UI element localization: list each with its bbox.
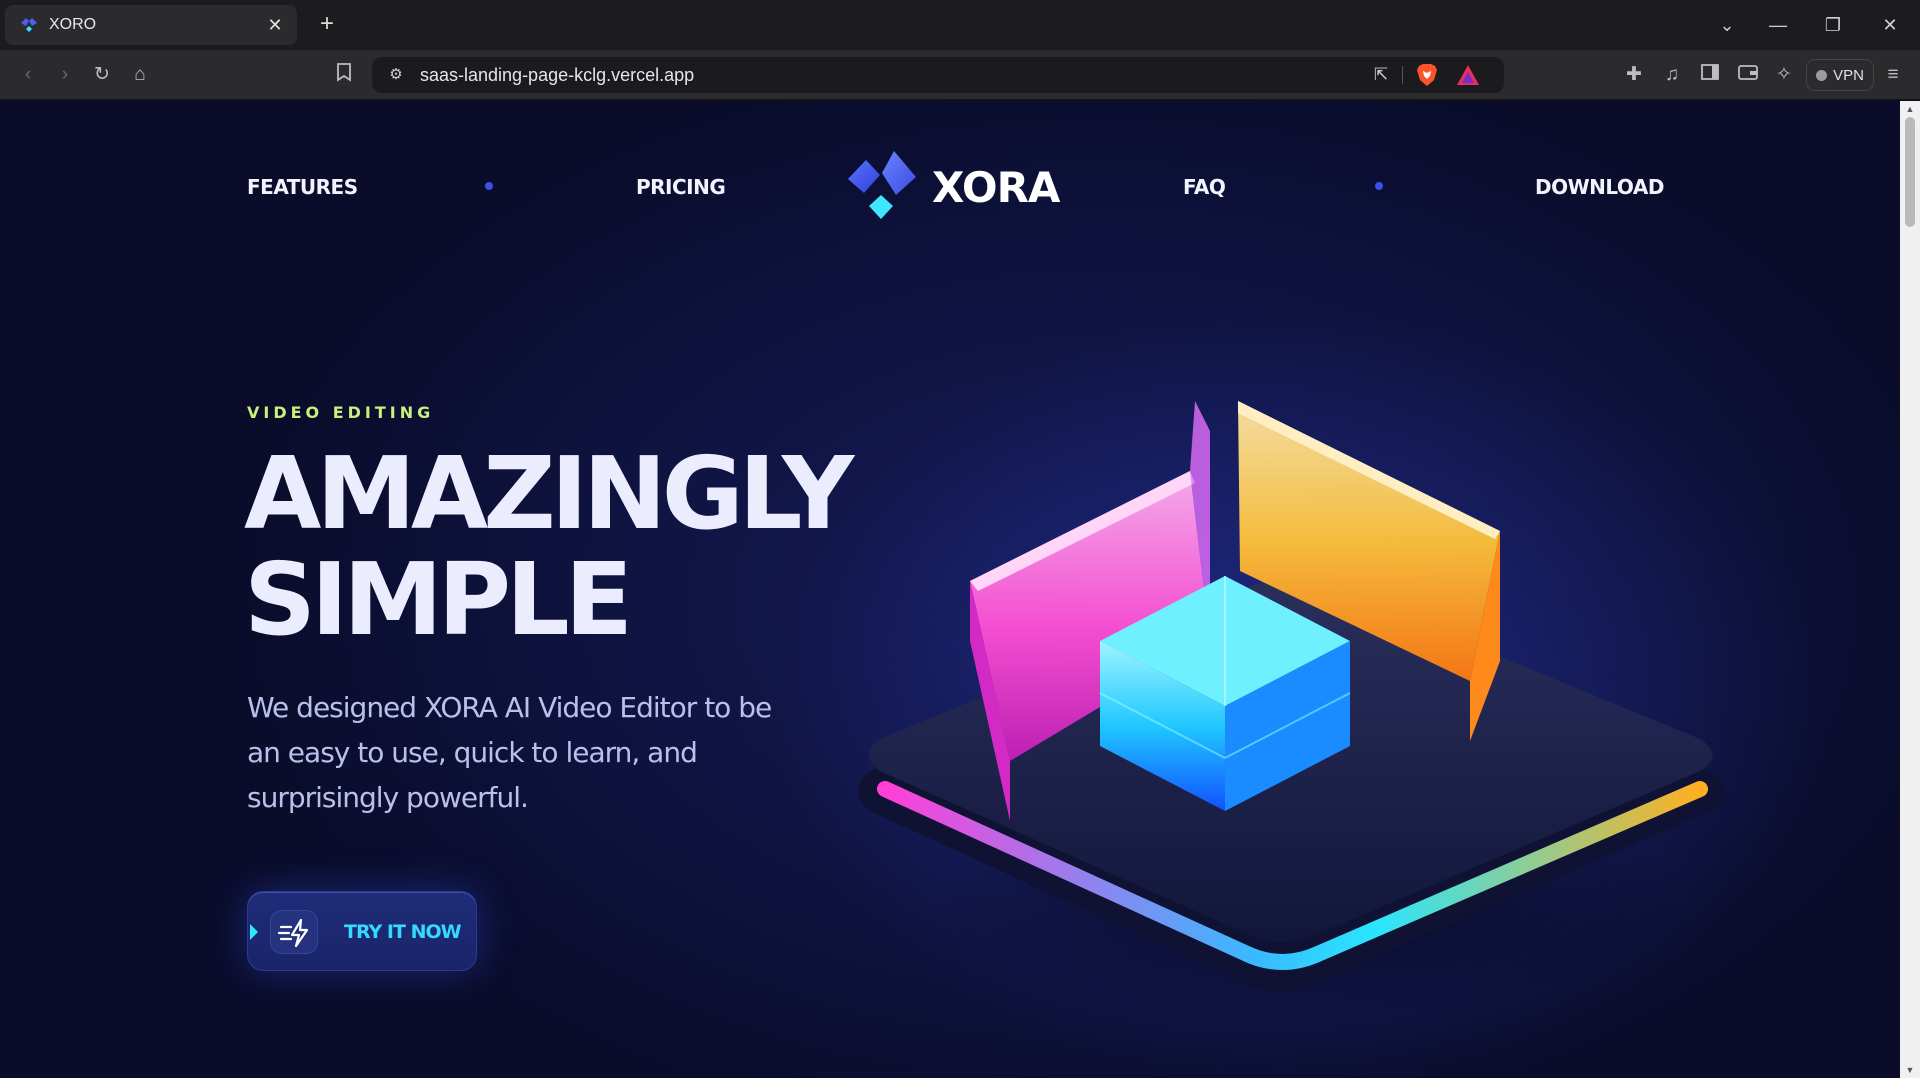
hero-eyebrow: VIDEO EDITING bbox=[247, 403, 435, 422]
nav-dot bbox=[1375, 182, 1383, 190]
cta-notch bbox=[250, 924, 258, 940]
hero-3d-illustration bbox=[857, 401, 1725, 1021]
minimize-icon[interactable]: — bbox=[1758, 10, 1798, 40]
description-line: an easy to use, quick to learn, and bbox=[247, 736, 698, 769]
description-line: surprisingly powerful. bbox=[247, 781, 529, 814]
xora-logo-icon bbox=[848, 151, 916, 219]
scroll-down-icon[interactable]: ▼ bbox=[1904, 1065, 1916, 1075]
forward-icon[interactable]: › bbox=[52, 62, 78, 88]
vpn-status-icon bbox=[1816, 69, 1828, 81]
scroll-up-icon[interactable]: ▲ bbox=[1904, 104, 1916, 114]
url-text[interactable]: saas-landing-page-kclg.vercel.app bbox=[420, 65, 694, 86]
scroll-thumb[interactable] bbox=[1905, 117, 1915, 227]
extensions-icon[interactable]: ✚ bbox=[1621, 62, 1647, 88]
brave-rewards-icon[interactable] bbox=[1456, 64, 1480, 86]
page-scrollbar[interactable]: ▲ ▼ bbox=[1900, 101, 1920, 1078]
hero-headline: AMAZINGLY SIMPLE bbox=[244, 435, 854, 658]
leo-ai-icon[interactable]: ✧ bbox=[1771, 62, 1797, 88]
bookmark-icon[interactable] bbox=[331, 62, 357, 88]
nav-dot bbox=[485, 182, 493, 190]
xora-favicon-icon bbox=[19, 15, 39, 35]
nav-features[interactable]: FEATURES bbox=[247, 175, 358, 199]
reload-icon[interactable]: ↻ bbox=[89, 62, 115, 88]
bolt-icon bbox=[270, 910, 318, 954]
description-line: We designed XORA AI Video Editor to be bbox=[247, 691, 772, 724]
hero-description: We designed XORA AI Video Editor to be a… bbox=[247, 685, 807, 820]
vpn-label: VPN bbox=[1833, 66, 1864, 84]
brave-shield-icon[interactable] bbox=[1416, 63, 1438, 87]
page-viewport: FEATURES PRICING XORA FAQ DOWNLOAD VIDEO… bbox=[0, 101, 1900, 1078]
nav-download[interactable]: DOWNLOAD bbox=[1535, 175, 1664, 199]
new-tab-button[interactable]: + bbox=[312, 10, 342, 40]
omnibox-divider bbox=[1402, 66, 1403, 84]
nav-pricing[interactable]: PRICING bbox=[636, 175, 726, 199]
headline-line: AMAZINGLY bbox=[244, 435, 854, 552]
cta-label: TRY IT NOW bbox=[344, 921, 462, 943]
home-icon[interactable]: ⌂ bbox=[127, 62, 153, 88]
close-window-icon[interactable]: ✕ bbox=[1870, 10, 1910, 40]
site-settings-icon[interactable]: ⚙ bbox=[386, 65, 406, 85]
xora-logo[interactable]: XORA bbox=[846, 149, 1086, 223]
tab-title: XORO bbox=[49, 16, 97, 33]
sidebar-icon[interactable] bbox=[1697, 62, 1723, 88]
browser-toolbar: ‹ › ↻ ⌂ ⚙ saas-landing-page-kclg.vercel.… bbox=[0, 50, 1920, 100]
tab-close-icon[interactable]: ✕ bbox=[265, 15, 285, 35]
media-icon[interactable]: ♫ bbox=[1659, 62, 1685, 88]
vpn-button[interactable]: VPN bbox=[1806, 59, 1874, 91]
wallet-icon[interactable] bbox=[1735, 62, 1761, 88]
restore-icon[interactable]: ❐ bbox=[1813, 10, 1853, 40]
address-bar[interactable]: ⚙ saas-landing-page-kclg.vercel.app ⇱ bbox=[372, 57, 1504, 93]
menu-icon[interactable]: ≡ bbox=[1880, 62, 1906, 88]
logo-text: XORA bbox=[932, 163, 1060, 212]
share-icon[interactable]: ⇱ bbox=[1368, 63, 1394, 87]
nav-faq[interactable]: FAQ bbox=[1183, 175, 1226, 199]
tab-search-chevron-icon[interactable]: ⌄ bbox=[1707, 10, 1747, 40]
headline-line: SIMPLE bbox=[244, 541, 633, 658]
browser-tab-bar: XORO ✕ + ⌄ — ❐ ✕ bbox=[0, 0, 1920, 50]
back-icon[interactable]: ‹ bbox=[15, 62, 41, 88]
browser-tab[interactable]: XORO ✕ bbox=[5, 5, 297, 45]
try-it-now-button[interactable]: TRY IT NOW bbox=[247, 891, 477, 971]
